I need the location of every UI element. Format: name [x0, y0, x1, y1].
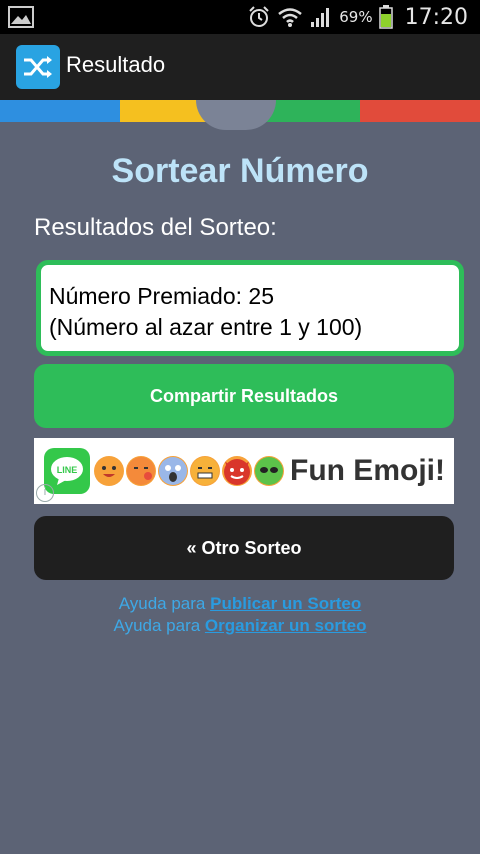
shuffle-icon[interactable]: [16, 45, 60, 89]
emoji-grin-icon: [190, 456, 220, 486]
results-subheading: Resultados del Sorteo:: [34, 214, 277, 241]
new-draw-button[interactable]: « Otro Sorteo: [34, 516, 454, 580]
clock: 17:20: [404, 4, 468, 30]
battery-percent: 69%: [339, 8, 373, 26]
main-heading: Sortear Número: [111, 152, 369, 190]
emoji-row: [94, 456, 284, 486]
ad-info-icon[interactable]: i: [36, 484, 54, 502]
color-strip-red: [360, 100, 480, 122]
page-title: Resultado: [66, 52, 166, 77]
share-results-button[interactable]: Compartir Resultados: [34, 364, 454, 428]
help-line-organize: Ayuda para Organizar un sorteo: [0, 616, 480, 636]
emoji-kiss-icon: [126, 456, 156, 486]
help-prefix: Ayuda para: [118, 594, 211, 613]
help-link-organize[interactable]: Organizar un sorteo: [205, 616, 367, 635]
result-line-number: Número Premiado: 25: [49, 283, 274, 309]
help-line-publish: Ayuda para Publicar un Sorteo: [0, 594, 480, 614]
emoji-scream-icon: [158, 456, 188, 486]
help-link-publish[interactable]: Publicar un Sorteo: [210, 594, 361, 613]
result-box: Número Premiado: 25 (Número al azar entr…: [36, 260, 464, 356]
emoji-devil-icon: [222, 456, 252, 486]
line-logo-text: LINE: [57, 465, 78, 475]
gallery-icon: [8, 6, 34, 28]
action-bar: Resultado: [0, 34, 480, 100]
alarm-icon: [249, 6, 269, 27]
status-bar: 69% 17:20: [0, 0, 480, 34]
tab-indicator: [196, 100, 276, 130]
result-line-range: (Número al azar entre 1 y 100): [49, 314, 363, 340]
signal-icon: [311, 8, 330, 27]
ad-banner[interactable]: LINE Fun Emoji! i: [34, 438, 454, 504]
color-strip-blue: [0, 100, 120, 122]
emoji-alien-icon: [254, 456, 284, 486]
emoji-happy-icon: [94, 456, 124, 486]
help-prefix: Ayuda para: [113, 616, 205, 635]
battery-icon: [378, 5, 393, 29]
wifi-icon: [278, 8, 303, 27]
status-icons: 69% 17:20: [247, 4, 468, 30]
ad-brand-text: Fun Emoji!: [290, 454, 445, 487]
